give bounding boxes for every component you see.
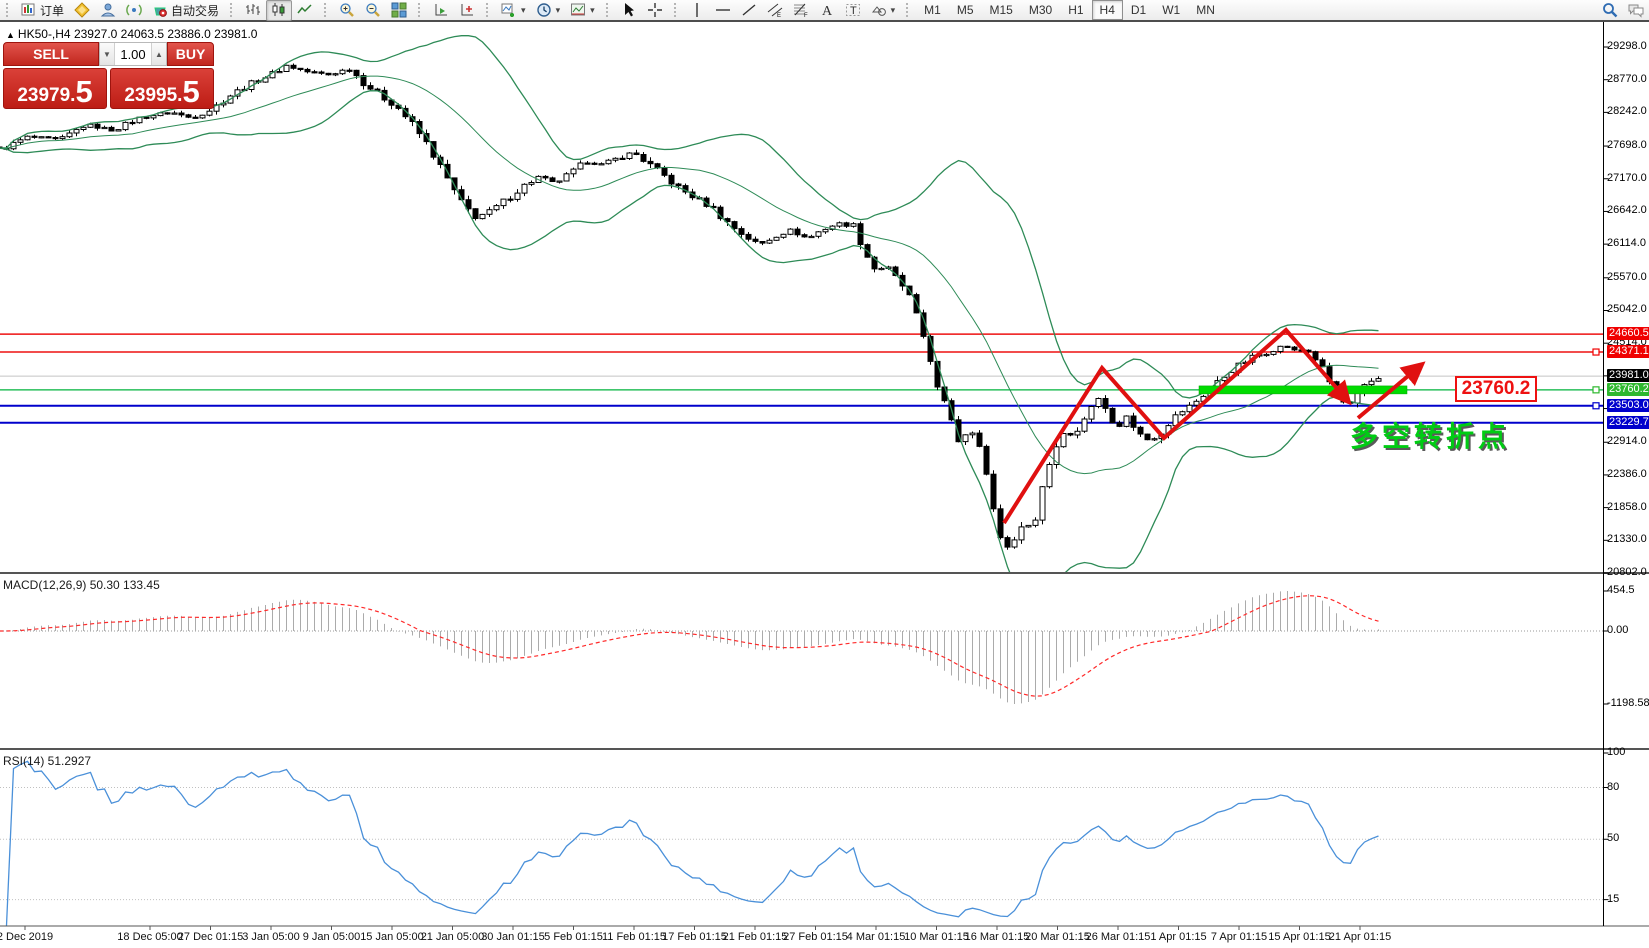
time-label: 21 Feb 01:15 — [723, 931, 788, 943]
macd-signal-line — [0, 596, 1379, 697]
volume-spinner: ▼ 1.00 ▲ — [99, 42, 167, 66]
time-label: 7 Apr 01:15 — [1211, 931, 1267, 943]
time-label: 4 Mar 01:15 — [847, 931, 906, 943]
rsi-label: RSI(14) 51.2927 — [3, 754, 91, 768]
axis-tick-label: -1198.58 — [1607, 697, 1649, 710]
candles — [0, 64, 1381, 550]
axis-tick-label: 25570.0 — [1607, 271, 1649, 284]
price-line-label: 23981.0 — [1607, 369, 1649, 382]
time-label: 21 Jan 05:00 — [421, 931, 485, 943]
axis-tick-label: 22386.0 — [1607, 468, 1649, 481]
one-click-trading-panel: SELL ▼ 1.00 ▲ BUY 23979.5 23995.5 — [3, 42, 214, 109]
time-label: 27 Feb 01:15 — [783, 931, 848, 943]
time-label: 27 Dec 01:15 — [178, 931, 243, 943]
axis-tick-label: 0.00 — [1607, 624, 1649, 637]
buy-price[interactable]: 23995.5 — [110, 68, 214, 109]
trend-zigzag-arrow — [1004, 330, 1347, 523]
line-handle[interactable] — [1593, 349, 1599, 355]
macd-histogram — [0, 591, 1379, 704]
chart-title-text: HK50-,H4 23927.0 24063.5 23886.0 23981.0 — [18, 27, 258, 41]
mt4-window: 订单自动交易▾▾▾EFAT▾M1M5M15M30H1H4D1W1MN ▲HK50… — [0, 0, 1649, 948]
volume-value[interactable]: 1.00 — [115, 43, 151, 65]
axis-tick-label: 26114.0 — [1607, 237, 1649, 250]
price-line-label: 23229.7 — [1607, 416, 1649, 429]
price-line-label: 24660.5 — [1607, 327, 1649, 340]
axis-tick-label: 22914.0 — [1607, 435, 1649, 448]
buy-button[interactable]: BUY — [167, 42, 214, 66]
price-tag-annotation: 23760.2 — [1455, 376, 1537, 402]
time-label: 1 Apr 01:15 — [1150, 931, 1206, 943]
axis-tick-label: 25042.0 — [1607, 303, 1649, 316]
axis-tick-label: 21330.0 — [1607, 533, 1649, 546]
axis-tick-label: 28242.0 — [1607, 105, 1649, 118]
price-chart[interactable] — [0, 0, 1649, 948]
time-label: 17 Feb 01:15 — [662, 931, 727, 943]
volume-decrease-button[interactable]: ▼ — [100, 43, 115, 65]
price-line-label: 23760.2 — [1607, 383, 1649, 396]
line-handle[interactable] — [1593, 403, 1599, 409]
time-label: 10 Mar 01:15 — [904, 931, 969, 943]
axis-tick-label: 26642.0 — [1607, 204, 1649, 217]
time-label: 5 Feb 01:15 — [544, 931, 603, 943]
macd-label: MACD(12,26,9) 50.30 133.45 — [3, 578, 160, 592]
time-label: 2 Dec 2019 — [0, 931, 53, 943]
line-handle[interactable] — [1593, 387, 1599, 393]
time-label: 11 Feb 01:15 — [602, 931, 666, 943]
symbol-icon: ▲ — [6, 30, 15, 40]
turning-point-annotation: 多空转折点 — [1350, 415, 1510, 455]
time-label: 3 Jan 05:00 — [242, 931, 300, 943]
axis-tick-label: 29298.0 — [1607, 40, 1649, 53]
time-label: 26 Mar 01:15 — [1086, 931, 1151, 943]
volume-increase-button[interactable]: ▲ — [151, 43, 166, 65]
axis-tick-label: 454.5 — [1607, 584, 1649, 597]
rsi-line — [7, 761, 1379, 925]
chart-title: ▲HK50-,H4 23927.0 24063.5 23886.0 23981.… — [6, 27, 257, 41]
axis-tick-label: 27698.0 — [1607, 139, 1649, 152]
support-zone-bar — [1199, 386, 1407, 394]
buy-price-dec: 5 — [182, 79, 199, 105]
time-label: 30 Jan 01:15 — [481, 931, 545, 943]
time-label: 9 Jan 05:00 — [303, 931, 361, 943]
sell-button[interactable]: SELL — [3, 42, 99, 66]
price-line-label: 23503.0 — [1607, 399, 1649, 412]
axis-tick-label: 80 — [1607, 781, 1649, 794]
axis-tick-label: 50 — [1607, 832, 1649, 845]
axis-tick-label: 27170.0 — [1607, 172, 1649, 185]
axis-tick-label: 15 — [1607, 893, 1649, 906]
time-label: 20 Mar 01:15 — [1025, 931, 1090, 943]
time-label: 21 Apr 01:15 — [1329, 931, 1391, 943]
time-label: 16 Mar 01:15 — [965, 931, 1030, 943]
sell-price-dec: 5 — [75, 79, 92, 105]
sell-price-int: 23979 — [17, 86, 70, 105]
time-label: 15 Jan 05:00 — [360, 931, 424, 943]
buy-price-int: 23995 — [124, 86, 177, 105]
sell-price[interactable]: 23979.5 — [3, 68, 107, 109]
time-label: 15 Apr 01:15 — [1268, 931, 1330, 943]
axis-tick-label: 21858.0 — [1607, 501, 1649, 514]
price-line-label: 24371.1 — [1607, 345, 1649, 358]
time-label: 18 Dec 05:00 — [117, 931, 182, 943]
axis-tick-label: 20802.0 — [1607, 566, 1649, 579]
axis-tick-label: 28770.0 — [1607, 73, 1649, 86]
bollinger-bands — [0, 36, 1379, 605]
axis-tick-label: 100 — [1607, 746, 1649, 759]
